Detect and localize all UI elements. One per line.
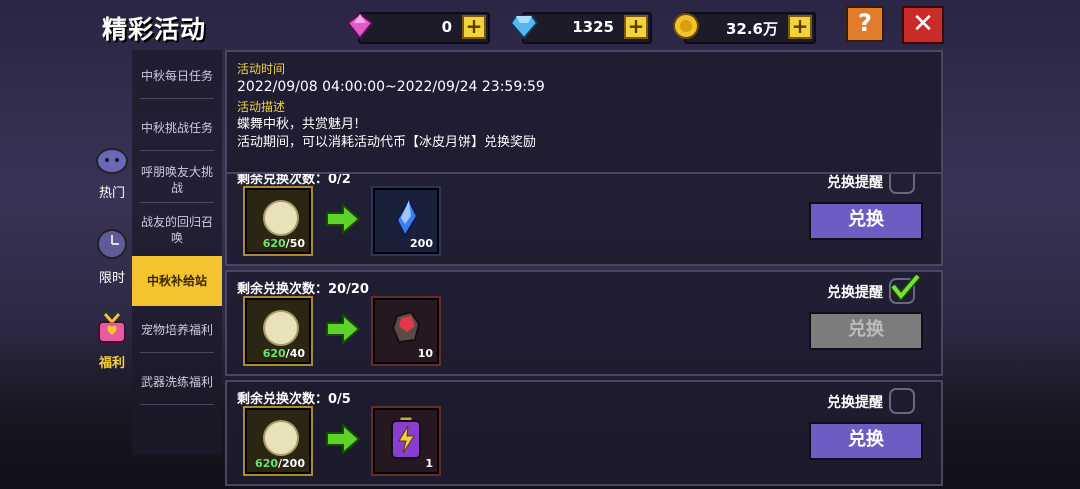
- exchange-row: 剩余兑换次数：0/5 620/200 1 兑换提醒 兑换: [225, 380, 943, 486]
- red-ore-icon: [391, 310, 421, 344]
- subnav-item-supply[interactable]: 中秋补给站: [132, 256, 222, 306]
- divider: [140, 352, 214, 353]
- cost-amount: 620/50: [262, 237, 305, 250]
- subnav-item-daily[interactable]: 中秋每日任务: [132, 68, 222, 84]
- add-gems-button[interactable]: +: [462, 15, 486, 39]
- remind-label: 兑换提醒: [827, 285, 883, 301]
- reward-item-slot: 200: [371, 186, 441, 256]
- timer-icon: [97, 229, 127, 259]
- arrow-right-icon: [326, 314, 361, 344]
- exchange-button-disabled[interactable]: 兑换: [809, 312, 923, 350]
- exchange-button[interactable]: 兑换: [809, 202, 923, 240]
- reward-item-slot: 10: [371, 296, 441, 366]
- diamond-counter: 1325 +: [510, 12, 652, 44]
- hot-icon: [96, 148, 128, 174]
- remind-checkbox[interactable]: [889, 388, 915, 414]
- arrow-right-icon: [326, 424, 361, 454]
- gold-counter: 32.6万 +: [673, 12, 816, 44]
- remind-label: 兑换提醒: [827, 395, 883, 411]
- subnav-item-pet[interactable]: 宠物培养福利: [132, 322, 222, 338]
- mooncake-icon: [263, 420, 299, 456]
- remaining-count: 剩余兑换次数：0/5: [237, 392, 351, 407]
- remind-label: 兑换提醒: [827, 175, 883, 191]
- arrow-right-icon: [326, 204, 361, 234]
- category-welfare[interactable]: 福利: [90, 310, 134, 371]
- mooncake-icon: [263, 310, 299, 346]
- diamond-icon: [510, 15, 538, 40]
- subnav-item-invite[interactable]: 呼朋唤友大挑战: [140, 164, 214, 196]
- divider: [140, 202, 214, 203]
- category-welfare-label: 福利: [98, 356, 125, 371]
- subnav-item-challenge[interactable]: 中秋挑战任务: [132, 120, 222, 136]
- cost-item-slot: 620/50: [243, 186, 313, 256]
- add-diamonds-button[interactable]: +: [624, 15, 648, 39]
- add-gold-button[interactable]: +: [788, 15, 812, 39]
- time-label: 活动时间: [237, 62, 286, 76]
- time-value: 2022/09/08 04:00:00~2022/09/24 23:59:59: [237, 79, 545, 95]
- gem-counter: 0 +: [346, 12, 490, 44]
- pink-gem-icon: [346, 12, 374, 40]
- cost-item-slot: 620/40: [243, 296, 313, 366]
- close-button[interactable]: ✕: [902, 6, 944, 44]
- reward-quantity: 200: [410, 237, 433, 250]
- crystal-icon: [395, 198, 419, 238]
- desc-line-2: 活动期间，可以消耗活动代币【冰皮月饼】兑换奖励: [237, 135, 537, 150]
- page-title: 精彩活动: [102, 15, 207, 44]
- cost-amount: 620/200: [255, 457, 305, 470]
- divider: [140, 404, 214, 405]
- reward-quantity: 1: [425, 457, 433, 470]
- category-hot-label: 热门: [98, 186, 125, 201]
- subnav-item-weapon[interactable]: 武器洗练福利: [132, 374, 222, 390]
- divider: [140, 150, 214, 151]
- divider: [140, 98, 214, 99]
- remaining-count: 剩余兑换次数：20/20: [237, 282, 369, 297]
- gem-value: 0: [441, 18, 452, 36]
- reward-item-slot: 1: [371, 406, 441, 476]
- cost-amount: 620/40: [262, 347, 305, 360]
- diamond-value: 1325: [572, 18, 614, 36]
- desc-label: 活动描述: [237, 100, 286, 114]
- gold-value: 32.6万: [725, 20, 778, 38]
- subnav-panel: 中秋每日任务 中秋挑战任务 呼朋唤友大挑战 战友的回归召唤 中秋补给站 宠物培养…: [132, 50, 222, 455]
- cost-item-slot: 620/200: [243, 406, 313, 476]
- desc-line-1: 蝶舞中秋，共赏魅月!: [237, 117, 360, 132]
- checkmark-icon: [890, 273, 921, 302]
- remind-checkbox[interactable]: [889, 273, 921, 304]
- activity-info-panel: 活动时间 2022/09/08 04:00:00~2022/09/24 23:5…: [225, 50, 943, 174]
- exchange-button[interactable]: 兑换: [809, 422, 923, 460]
- mooncake-icon: [263, 200, 299, 236]
- subnav-item-return[interactable]: 战友的回归召唤: [136, 214, 218, 246]
- exchange-row: 剩余兑换次数：0/2 620/50 200 兑换提醒 兑换: [225, 160, 943, 266]
- energy-battery-icon: [391, 416, 421, 459]
- reward-quantity: 10: [417, 347, 433, 360]
- gold-coin-icon: [673, 13, 699, 39]
- category-hot[interactable]: 热门: [90, 140, 134, 201]
- category-timed-label: 限时: [98, 271, 125, 286]
- exchange-row: 剩余兑换次数：20/20 620/40 10 兑换提醒 兑换: [225, 270, 943, 376]
- category-timed[interactable]: 限时: [90, 225, 134, 286]
- help-button[interactable]: ?: [846, 6, 884, 42]
- gift-icon: [98, 313, 126, 343]
